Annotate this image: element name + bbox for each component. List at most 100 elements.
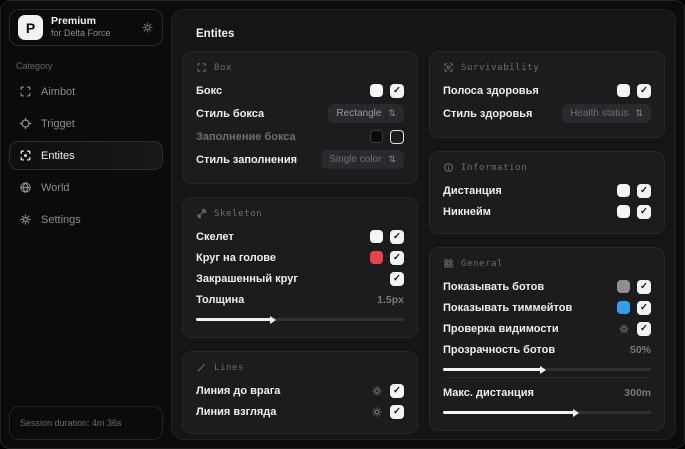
checkbox[interactable] <box>390 271 404 286</box>
color-swatch[interactable] <box>617 84 630 97</box>
bot-opacity-slider[interactable] <box>443 368 651 371</box>
gear-icon[interactable] <box>371 406 383 418</box>
crosshair-brackets-icon <box>19 85 32 98</box>
slider-value: 300m <box>624 386 651 399</box>
card-title: Skeleton <box>214 208 263 219</box>
setting-label: Дистанция <box>443 184 502 197</box>
lines-card: Lines Линия до врага Линия взгляда <box>182 351 418 434</box>
gear-icon[interactable] <box>141 21 154 34</box>
setting-row: Бокс <box>196 80 404 101</box>
setting-row: Линия до врага <box>196 380 404 401</box>
max-distance-slider[interactable] <box>443 411 651 414</box>
setting-row: Полоса здоровья <box>443 80 651 101</box>
slider-fill <box>196 318 271 321</box>
app-window: P Premium for Delta Force Category Aimbo… <box>0 0 685 449</box>
dropdown[interactable]: Health status ⇅ <box>562 104 651 123</box>
card-title: Lines <box>214 362 245 373</box>
setting-row: Скелет <box>196 226 404 247</box>
session-duration: Session duration: 4m 36s <box>9 406 163 440</box>
setting-row: Стиль бокса Rectangle ⇅ <box>196 101 404 126</box>
chevron-expand-icon: ⇅ <box>388 108 396 118</box>
checkbox[interactable] <box>390 129 404 144</box>
setting-row: Стиль заполнения Single color ⇅ <box>196 147 404 172</box>
brand-card: P Premium for Delta Force <box>9 9 163 46</box>
checkbox[interactable] <box>637 321 651 336</box>
checkbox[interactable] <box>637 279 651 294</box>
dropdown-value: Single color <box>329 154 382 165</box>
slider-fill <box>443 368 541 371</box>
sidebar-item-label: Settings <box>41 213 81 226</box>
setting-label: Прозрачность ботов <box>443 343 556 356</box>
checkbox[interactable] <box>637 83 651 98</box>
checkbox[interactable] <box>390 83 404 98</box>
checkbox[interactable] <box>637 183 651 198</box>
card-title: Information <box>461 162 528 173</box>
sidebar-item-label: Trigget <box>41 117 75 130</box>
setting-row: Дистанция <box>443 180 651 201</box>
setting-label: Показывать тиммейтов <box>443 301 573 314</box>
chevron-expand-icon: ⇅ <box>635 108 643 118</box>
globe-icon <box>19 181 32 194</box>
setting-label: Стиль здоровья <box>443 107 533 120</box>
checkbox[interactable] <box>390 404 404 419</box>
bone-icon <box>196 208 207 219</box>
setting-row: Линия взгляда <box>196 401 404 422</box>
thickness-slider[interactable] <box>196 318 404 321</box>
gear-icon <box>19 213 32 226</box>
setting-row: Показывать ботов <box>443 276 651 297</box>
color-swatch[interactable] <box>370 251 383 264</box>
color-swatch[interactable] <box>370 84 383 97</box>
gear-icon[interactable] <box>618 323 630 335</box>
checkbox[interactable] <box>390 250 404 265</box>
information-card: Information Дистанция Никнейм <box>429 151 665 234</box>
sidebar-item-aimbot[interactable]: Aimbot <box>9 77 163 106</box>
setting-row: Толщина 1.5px <box>196 289 404 310</box>
color-swatch[interactable] <box>370 130 383 143</box>
dropdown[interactable]: Rectangle ⇅ <box>328 104 404 123</box>
setting-label: Скелет <box>196 230 234 243</box>
entities-scan-icon <box>19 149 32 162</box>
checkbox[interactable] <box>637 300 651 315</box>
color-swatch[interactable] <box>617 280 630 293</box>
sidebar-item-entites[interactable]: Entites <box>9 141 163 170</box>
color-swatch[interactable] <box>617 301 630 314</box>
slider-fill <box>443 411 575 414</box>
box-corners-icon <box>196 62 207 73</box>
gear-icon[interactable] <box>371 385 383 397</box>
checkbox[interactable] <box>390 383 404 398</box>
divider <box>443 377 651 378</box>
sidebar-item-settings[interactable]: Settings <box>9 205 163 234</box>
setting-row: Заполнение бокса <box>196 126 404 147</box>
sidebar: P Premium for Delta Force Category Aimbo… <box>1 1 171 448</box>
general-card: General Показывать ботов Показывать тимм… <box>429 247 665 431</box>
color-swatch[interactable] <box>370 230 383 243</box>
checkbox[interactable] <box>390 229 404 244</box>
survivability-card: Survivability Полоса здоровья Стиль здор… <box>429 51 665 138</box>
sidebar-item-trigget[interactable]: Trigget <box>9 109 163 138</box>
setting-label: Показывать ботов <box>443 280 545 293</box>
setting-row: Проверка видимости <box>443 318 651 339</box>
dropdown-value: Health status <box>570 108 629 119</box>
setting-label: Бокс <box>196 84 223 97</box>
brand-logo: P <box>18 15 43 40</box>
setting-label: Стиль бокса <box>196 107 265 120</box>
color-swatch[interactable] <box>617 205 630 218</box>
sidebar-item-world[interactable]: World <box>9 173 163 202</box>
sidebar-item-label: Entites <box>41 149 75 162</box>
setting-row: Круг на голове <box>196 247 404 268</box>
pencil-line-icon <box>196 362 207 373</box>
dropdown-value: Rectangle <box>336 108 382 119</box>
setting-row: Макс. дистанция 300m <box>443 382 651 403</box>
scan-circle-icon <box>443 62 454 73</box>
slider-value: 1.5px <box>377 293 404 306</box>
main-panel: Entites Box Бокс ✓ Стиль бокса Rectangle… <box>171 9 676 440</box>
category-label: Category <box>16 61 53 71</box>
setting-label: Полоса здоровья <box>443 84 539 97</box>
setting-label: Круг на голове <box>196 251 277 264</box>
color-swatch[interactable] <box>617 184 630 197</box>
checkbox[interactable] <box>637 204 651 219</box>
setting-label: Проверка видимости <box>443 322 559 335</box>
sidebar-item-label: World <box>41 181 70 194</box>
brand-name: Premium <box>51 15 96 28</box>
dropdown[interactable]: Single color ⇅ <box>321 150 404 169</box>
